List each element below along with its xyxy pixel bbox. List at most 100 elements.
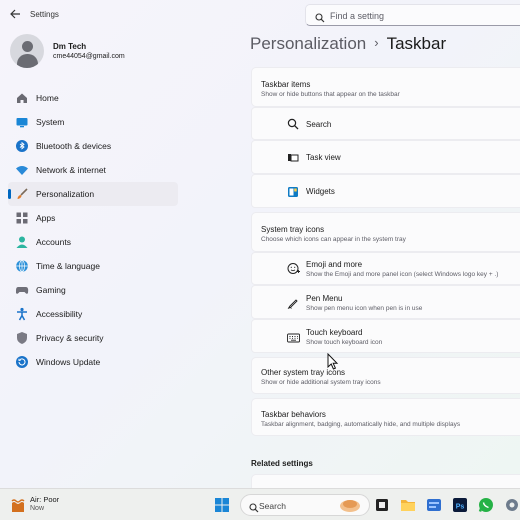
photoshop-icon[interactable]: Ps — [450, 495, 470, 515]
item-description: Show the Emoji and more panel icon (sele… — [306, 271, 499, 278]
bluetooth-icon — [15, 139, 29, 153]
taskbar-item-widgets[interactable]: Widgets — [251, 174, 520, 208]
globe-icon — [15, 259, 29, 273]
section-title: System tray icons — [261, 225, 325, 234]
breadcrumb-parent[interactable]: Personalization — [250, 34, 366, 53]
sidebar-item-label: Accessibility — [36, 309, 83, 319]
sidebar-item-label: Apps — [36, 213, 56, 223]
mouse-pointer-icon — [327, 352, 339, 376]
search-icon — [287, 117, 301, 131]
gamepad-icon — [15, 283, 29, 297]
sidebar-item-windows-update[interactable]: Windows Update — [8, 350, 178, 374]
item-label: Emoji and more — [306, 260, 363, 269]
sidebar-item-label: System — [36, 117, 65, 127]
item-description: Show touch keyboard icon — [306, 339, 383, 346]
search-highlight-icon — [339, 497, 361, 513]
taskbar-search-label: Search — [259, 501, 286, 511]
sidebar-item-privacy[interactable]: Privacy & security — [8, 326, 178, 350]
weather-widget-subtitle: Now — [30, 505, 45, 512]
sidebar-item-label: Gaming — [36, 285, 66, 295]
sidebar-item-bluetooth[interactable]: Bluetooth & devices — [8, 134, 178, 158]
system-tray-header[interactable]: System tray icons Choose which icons can… — [251, 212, 520, 252]
back-arrow-icon[interactable] — [8, 8, 22, 22]
sidebar-item-gaming[interactable]: Gaming — [8, 278, 178, 302]
sidebar-item-apps[interactable]: Apps — [8, 206, 178, 230]
task-view-icon — [287, 151, 301, 165]
item-description: Show pen menu icon when pen is in use — [306, 305, 423, 312]
item-label: Task view — [306, 153, 341, 162]
avatar — [10, 34, 44, 68]
breadcrumb: Personalization › Taskbar — [250, 34, 446, 54]
tray-item-touch-keyboard[interactable]: Touch keyboard Show touch keyboard icon — [251, 319, 520, 353]
sidebar-item-label: Personalization — [36, 189, 95, 199]
shield-icon — [15, 331, 29, 345]
emoji-icon — [287, 262, 301, 276]
air-quality-icon[interactable] — [11, 497, 25, 513]
windows-start-icon[interactable] — [212, 495, 232, 515]
taskbar-items-header[interactable]: Taskbar items Show or hide buttons that … — [251, 67, 520, 107]
system-icon — [15, 115, 29, 129]
taskbar-item-task-view[interactable]: Task view — [251, 140, 520, 174]
sidebar-item-label: Time & language — [36, 261, 100, 271]
wifi-icon — [15, 163, 29, 177]
sidebar-item-label: Bluetooth & devices — [36, 141, 112, 151]
apps-icon — [15, 211, 29, 225]
home-icon — [15, 91, 29, 105]
whatsapp-icon[interactable] — [476, 495, 496, 515]
sidebar-item-time-language[interactable]: Time & language — [8, 254, 178, 278]
page-title: Taskbar — [386, 34, 447, 53]
weather-widget-title[interactable]: Air: Poor — [30, 495, 59, 504]
section-subtitle: Choose which icons can appear in the sys… — [261, 236, 406, 243]
app-title: Settings — [30, 10, 59, 19]
sidebar-item-personalization[interactable]: Personalization — [8, 182, 178, 206]
update-icon — [15, 355, 29, 369]
settings-gear-icon[interactable] — [502, 495, 520, 515]
sidebar-item-label: Accounts — [36, 237, 71, 247]
section-title: Taskbar behaviors — [261, 410, 326, 419]
sidebar-item-home[interactable]: Home — [8, 86, 178, 110]
account-icon — [15, 235, 29, 249]
taskbar-app-icon[interactable] — [424, 495, 444, 515]
section-subtitle: Taskbar alignment, badging, automaticall… — [261, 421, 461, 428]
file-explorer-icon[interactable] — [398, 495, 418, 515]
widgets-icon — [287, 185, 301, 199]
tray-item-emoji[interactable]: Emoji and more Show the Emoji and more p… — [251, 252, 520, 285]
title-bar: Settings — [0, 0, 520, 30]
section-subtitle: Show or hide buttons that appear on the … — [261, 91, 400, 98]
search-icon — [249, 500, 259, 518]
keyboard-icon — [287, 331, 301, 345]
search-input[interactable] — [330, 8, 520, 23]
brush-icon — [15, 187, 29, 201]
item-label: Touch keyboard — [306, 328, 363, 337]
item-label: Search — [306, 120, 332, 129]
other-tray-icons-card[interactable]: Other system tray icons Show or hide add… — [251, 357, 520, 394]
sidebar-item-accessibility[interactable]: Accessibility — [8, 302, 178, 326]
pen-icon — [287, 296, 301, 310]
tray-item-pen-menu[interactable]: Pen Menu Show pen menu icon when pen is … — [251, 285, 520, 319]
sidebar-item-label: Privacy & security — [36, 333, 104, 343]
related-settings-heading: Related settings — [251, 459, 313, 468]
settings-search-box[interactable] — [305, 4, 520, 26]
sidebar-item-label: Windows Update — [36, 357, 101, 367]
user-name: Dm Tech — [53, 42, 87, 51]
taskbar-app-icon[interactable] — [372, 495, 392, 515]
item-label: Pen Menu — [306, 294, 343, 303]
taskbar-item-search[interactable]: Search — [251, 107, 520, 140]
item-label: Widgets — [306, 187, 335, 196]
sidebar-item-label: Home — [36, 93, 59, 103]
taskbar-behaviors-card[interactable]: Taskbar behaviors Taskbar alignment, bad… — [251, 398, 520, 436]
section-title: Taskbar items — [261, 80, 311, 89]
taskbar-search-box[interactable]: Search — [240, 494, 370, 516]
section-subtitle: Show or hide additional system tray icon… — [261, 379, 381, 386]
breadcrumb-separator: › — [374, 35, 379, 50]
user-email: cme44054@gmail.com — [53, 53, 125, 60]
sidebar-item-accounts[interactable]: Accounts — [8, 230, 178, 254]
accessibility-icon — [15, 307, 29, 321]
sidebar-nav: Home System Bluetooth & devices Network … — [8, 86, 178, 374]
svg-text:Ps: Ps — [456, 504, 465, 511]
search-icon — [315, 10, 325, 28]
windows-taskbar: Air: Poor Now Search Ps — [0, 488, 520, 520]
sidebar-item-network[interactable]: Network & internet — [8, 158, 178, 182]
sidebar-item-system[interactable]: System — [8, 110, 178, 134]
sidebar-item-label: Network & internet — [36, 165, 106, 175]
